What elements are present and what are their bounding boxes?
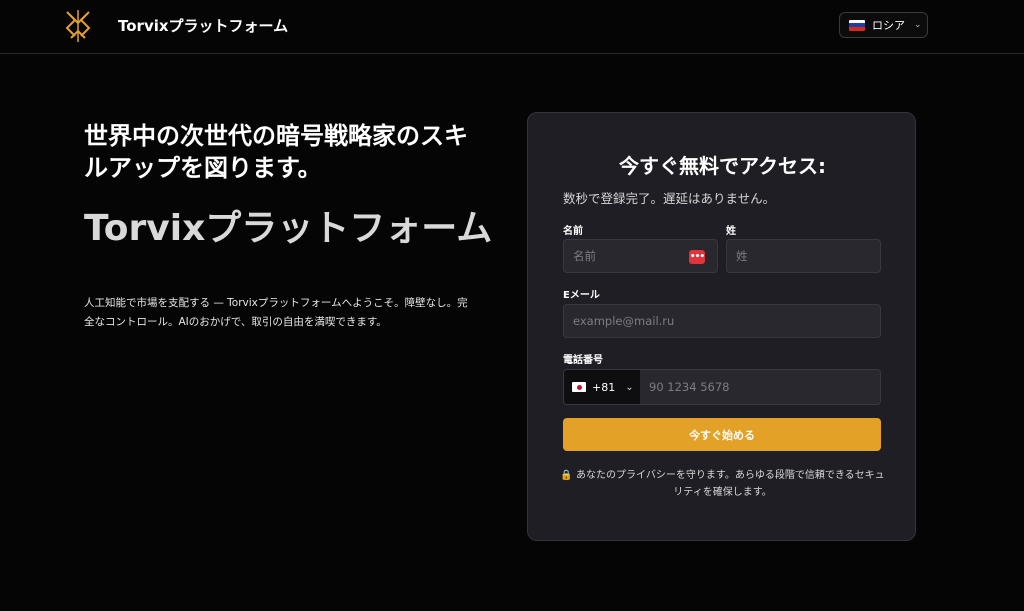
hero-brand: Torvixプラットフォーム (84, 208, 493, 249)
email-input[interactable] (563, 304, 881, 338)
email-label: Eメール (563, 290, 600, 301)
start-now-button[interactable]: 今すぐ始める (563, 418, 881, 451)
signup-form-card: 今すぐ無料でアクセス: 数秒で登録完了。遅延はありません。 名前 ••• 姓 E… (527, 112, 916, 541)
first-name-label: 名前 (563, 226, 583, 237)
phone-input[interactable] (640, 370, 880, 404)
lock-icon: 🔒 (560, 470, 573, 481)
flag-japan-icon (572, 382, 586, 392)
password-manager-icon[interactable]: ••• (689, 250, 705, 264)
hero-description: 人工知能で市場を支配する — Torvixプラットフォームへようこそ。障壁なし。… (84, 297, 468, 328)
logo-icon[interactable] (62, 8, 94, 44)
phone-label: 電話番号 (563, 355, 603, 366)
hero-title: 世界中の次世代の暗号戦略家のスキルアップを図ります。 (84, 122, 468, 182)
flag-russia-icon (849, 19, 865, 31)
form-title: 今すぐ無料でアクセス: (619, 154, 826, 178)
privacy-text: あなたのプライバシーを守ります。あらゆる段階で信頼できるセキュリティを確保します… (576, 470, 885, 498)
chevron-down-icon: ⌄ (625, 381, 634, 393)
phone-field: +81 ⌄ (563, 369, 881, 405)
last-name-input[interactable] (726, 239, 881, 273)
form-subtitle: 数秒で登録完了。遅延はありません。 (563, 191, 776, 206)
language-label: ロシア (872, 19, 905, 32)
brand-name: Torvixプラットフォーム (118, 17, 289, 35)
landing-page: Torvixプラットフォーム ロシア ⌄ 世界中の次世代の暗号戦略家のスキルアッ… (0, 0, 1024, 611)
language-selector[interactable]: ロシア ⌄ (839, 12, 928, 38)
country-code: +81 (592, 380, 616, 394)
last-name-label: 姓 (726, 226, 736, 237)
country-code-selector[interactable]: +81 ⌄ (564, 370, 640, 404)
privacy-notice: 🔒 あなたのプライバシーを守ります。あらゆる段階で信頼できるセキュリティを確保し… (558, 467, 887, 501)
chevron-down-icon: ⌄ (914, 20, 922, 30)
top-header: Torvixプラットフォーム ロシア ⌄ (0, 0, 1024, 54)
